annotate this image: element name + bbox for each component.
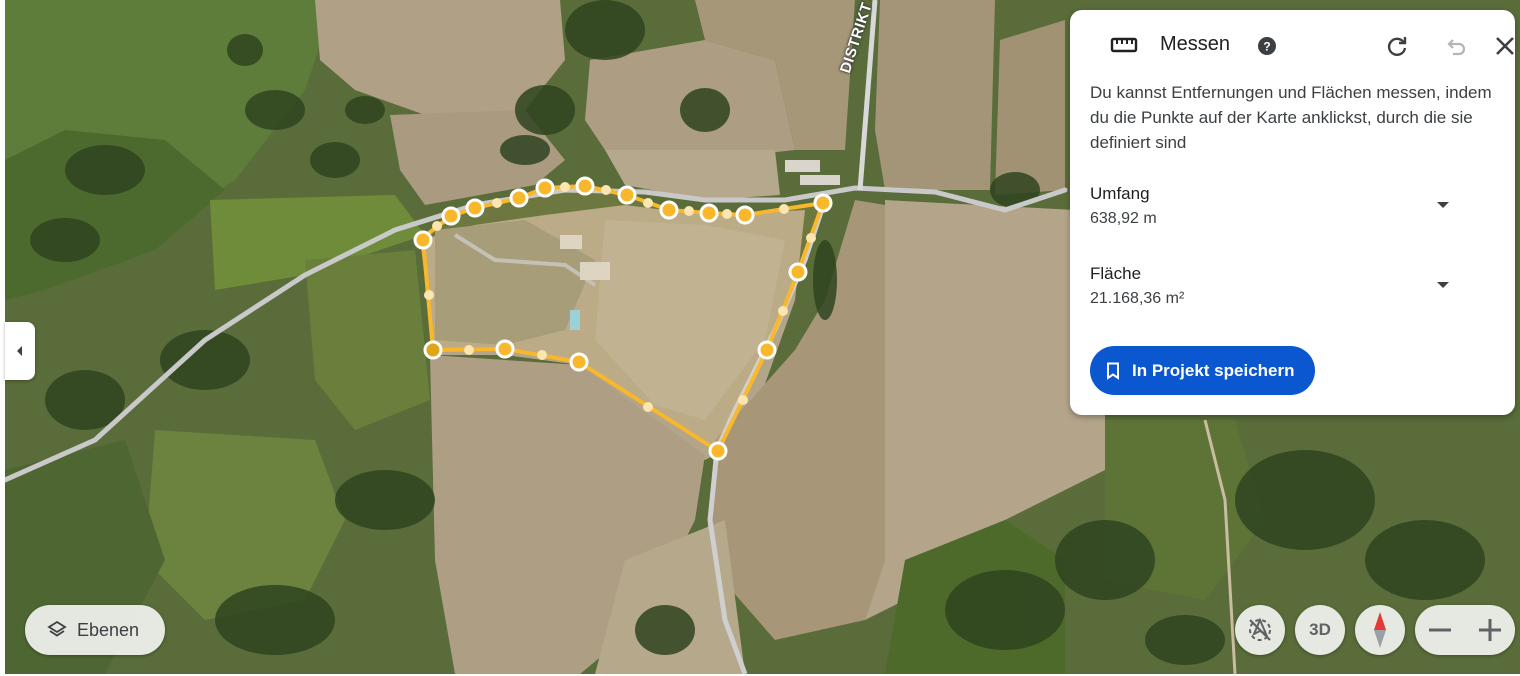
zoom-in-button[interactable] <box>1465 605 1515 655</box>
perimeter-label: Umfang <box>1090 184 1150 203</box>
panel-description: Du kannst Entfernungen und Flächen messe… <box>1090 83 1492 152</box>
zoom-control <box>1415 605 1515 655</box>
compass-icon <box>1374 612 1386 648</box>
perimeter-value: 638,92 m <box>1090 210 1157 227</box>
area-row[interactable]: Fläche 21.168,36 m² <box>1090 263 1495 315</box>
layers-icon <box>47 620 67 637</box>
bookmark-icon <box>1107 362 1119 380</box>
measure-panel: Messen ? Du kannst Entfernungen und Fläc… <box>1070 10 1515 415</box>
area-label: Fläche <box>1090 264 1142 283</box>
chevron-left-icon <box>17 346 22 356</box>
zoom-out-icon <box>1429 628 1451 632</box>
chevron-down-icon[interactable] <box>1436 281 1450 289</box>
save-to-project-button[interactable]: In Projekt speichern <box>1090 346 1315 395</box>
north-lock-icon <box>1249 617 1271 641</box>
svg-text:?: ? <box>1263 40 1270 54</box>
save-button-label: In Projekt speichern <box>1132 360 1295 380</box>
chevron-down-icon[interactable] <box>1436 201 1450 209</box>
perimeter-row[interactable]: Umfang 638,92 m <box>1090 183 1495 235</box>
close-icon[interactable] <box>1494 35 1516 57</box>
layers-label: Ebenen <box>77 619 140 640</box>
compass-button[interactable] <box>1355 605 1405 655</box>
area-value: 21.168,36 m² <box>1090 290 1185 307</box>
north-lock-button[interactable] <box>1235 605 1285 655</box>
collapse-side-panel-button[interactable] <box>5 322 35 380</box>
zoom-out-button[interactable] <box>1415 605 1465 655</box>
undo-icon[interactable] <box>1444 34 1468 58</box>
3d-toggle-button[interactable]: 3D <box>1295 605 1345 655</box>
help-icon[interactable]: ? <box>1258 37 1276 55</box>
redo-icon[interactable] <box>1385 34 1409 58</box>
layers-button[interactable]: Ebenen <box>25 605 165 655</box>
panel-title: Messen <box>1160 33 1231 55</box>
ruler-icon <box>1110 37 1138 53</box>
zoom-in-icon <box>1479 619 1501 641</box>
